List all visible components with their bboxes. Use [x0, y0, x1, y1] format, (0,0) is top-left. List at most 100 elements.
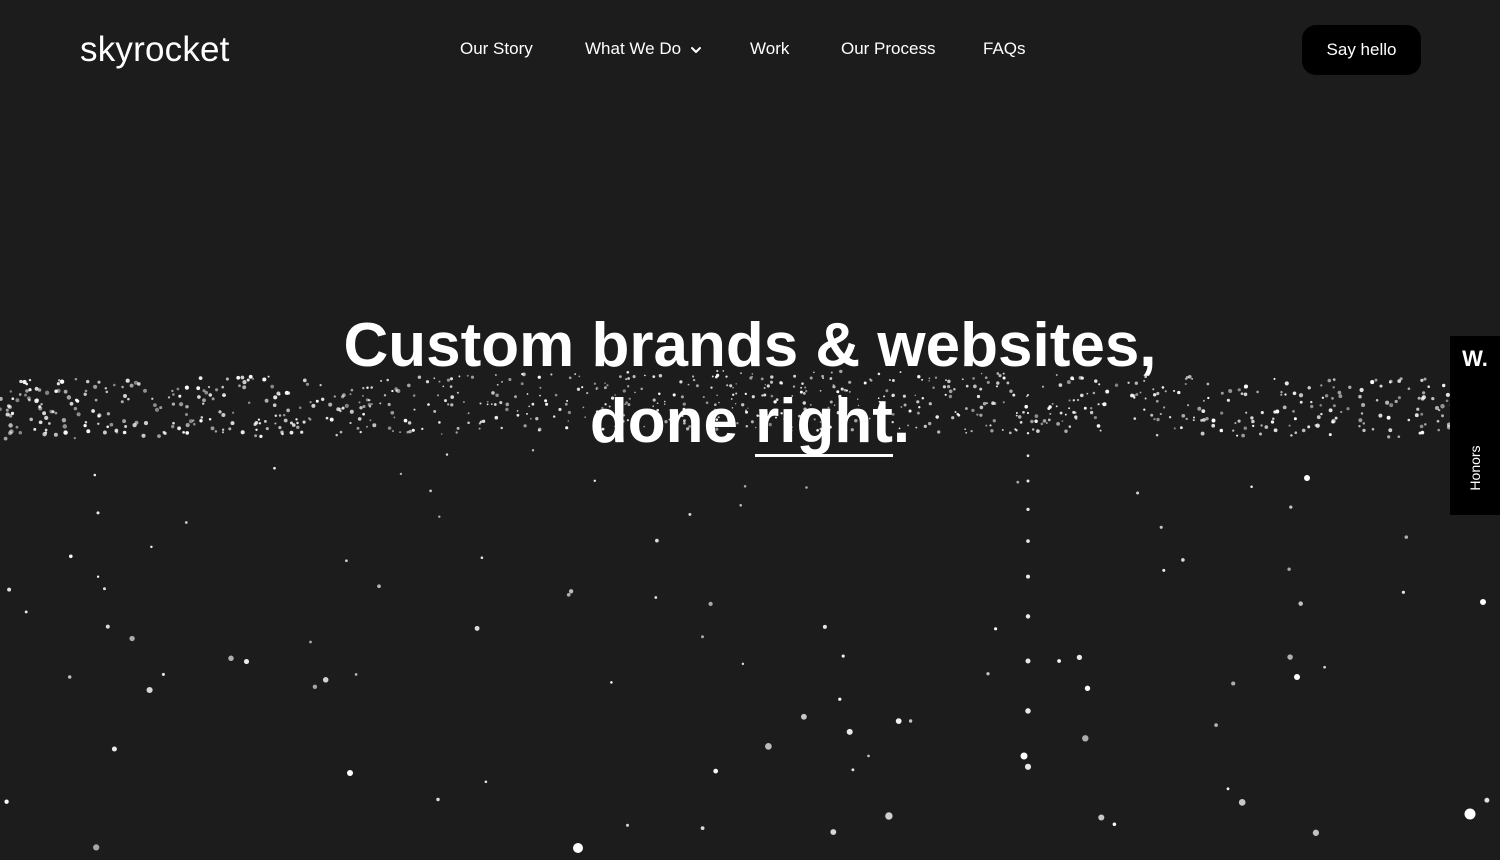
- particle: [177, 426, 182, 431]
- nav-item-what-we-do[interactable]: What We Do: [585, 39, 702, 63]
- particle: [103, 587, 106, 591]
- particle: [159, 406, 163, 410]
- particle: [1282, 405, 1287, 410]
- particle: [1321, 396, 1325, 399]
- particle: [830, 829, 837, 835]
- particle: [115, 430, 119, 434]
- particle: [228, 427, 232, 431]
- particle: [93, 844, 100, 851]
- particle: [566, 592, 571, 597]
- particle: [178, 394, 182, 398]
- hero-line-1: Custom brands & websites,: [343, 311, 1157, 380]
- particle: [68, 554, 73, 559]
- particle: [1362, 428, 1366, 433]
- particle: [1252, 424, 1255, 428]
- particle: [9, 390, 13, 393]
- particle: [1397, 396, 1401, 400]
- particle: [1440, 414, 1445, 418]
- particle: [1273, 377, 1276, 380]
- particle: [44, 431, 48, 434]
- particle: [801, 713, 807, 720]
- particle: [708, 601, 713, 607]
- nav-item-work[interactable]: Work: [750, 39, 789, 63]
- particle: [7, 587, 12, 592]
- particle: [146, 686, 153, 694]
- say-hello-button[interactable]: Say hello: [1302, 25, 1421, 75]
- particle: [1407, 418, 1411, 422]
- particle: [399, 472, 403, 476]
- particle: [73, 436, 76, 440]
- particle: [96, 511, 100, 515]
- particle: [1057, 659, 1061, 663]
- particle: [739, 504, 742, 507]
- nav-item-our-story[interactable]: Our Story: [460, 39, 533, 63]
- particle: [121, 385, 124, 389]
- particle: [1310, 404, 1314, 409]
- particle: [15, 398, 20, 403]
- particle: [97, 422, 100, 426]
- particle: [322, 677, 329, 683]
- particle: [42, 411, 47, 416]
- particle: [1294, 674, 1300, 680]
- particle: [204, 390, 209, 395]
- particle: [654, 596, 658, 599]
- particle: [172, 393, 175, 396]
- particle: [1275, 409, 1280, 414]
- particle: [994, 627, 998, 631]
- page: skyrocket Our Story What We Do Work Our …: [0, 0, 1500, 860]
- particle: [1292, 410, 1295, 413]
- nav-item-label: Our Story: [460, 39, 533, 58]
- particle: [228, 655, 234, 662]
- hero-word-done: done: [589, 387, 738, 456]
- particle: [1026, 479, 1030, 483]
- nav-item-our-process[interactable]: Our Process: [841, 39, 935, 63]
- particle: [1298, 601, 1303, 606]
- particle: [1250, 485, 1253, 489]
- particle: [221, 428, 225, 431]
- particle: [1407, 387, 1411, 391]
- particle: [1136, 491, 1140, 495]
- particle: [1025, 658, 1031, 664]
- particle: [132, 422, 137, 428]
- particle: [1294, 431, 1298, 434]
- particle: [69, 401, 74, 406]
- honors-side-tab[interactable]: W. Honors: [1450, 336, 1500, 515]
- particle: [1181, 558, 1185, 562]
- particle: [377, 584, 381, 589]
- particle: [1387, 435, 1391, 439]
- particle: [867, 754, 870, 758]
- particle: [91, 409, 95, 413]
- particle: [1464, 808, 1476, 820]
- particle: [242, 380, 247, 385]
- particle: [125, 378, 130, 383]
- particle: [67, 675, 72, 679]
- particle: [38, 420, 43, 425]
- nav-item-faqs[interactable]: FAQs: [983, 39, 1026, 63]
- particle: [221, 431, 225, 434]
- particle: [0, 407, 2, 411]
- particle: [1320, 384, 1323, 387]
- particle: [1437, 428, 1440, 432]
- particle: [713, 768, 719, 774]
- particle: [225, 377, 229, 381]
- particle: [231, 411, 235, 414]
- particle: [33, 427, 37, 431]
- particle: [885, 812, 893, 820]
- particle: [1394, 399, 1398, 404]
- particle: [1287, 654, 1293, 660]
- particle: [1299, 400, 1303, 404]
- particle: [1385, 400, 1390, 405]
- particle: [152, 403, 157, 408]
- particle: [1389, 403, 1394, 408]
- site-logo[interactable]: skyrocket: [80, 30, 230, 70]
- particle: [171, 389, 174, 393]
- particle: [242, 385, 247, 390]
- particle: [436, 797, 440, 802]
- particle: [109, 422, 114, 427]
- particle: [1338, 394, 1343, 399]
- particle: [688, 512, 692, 516]
- particle: [44, 415, 49, 421]
- particle: [1484, 797, 1490, 803]
- particle: [908, 719, 913, 723]
- particle: [1358, 418, 1363, 423]
